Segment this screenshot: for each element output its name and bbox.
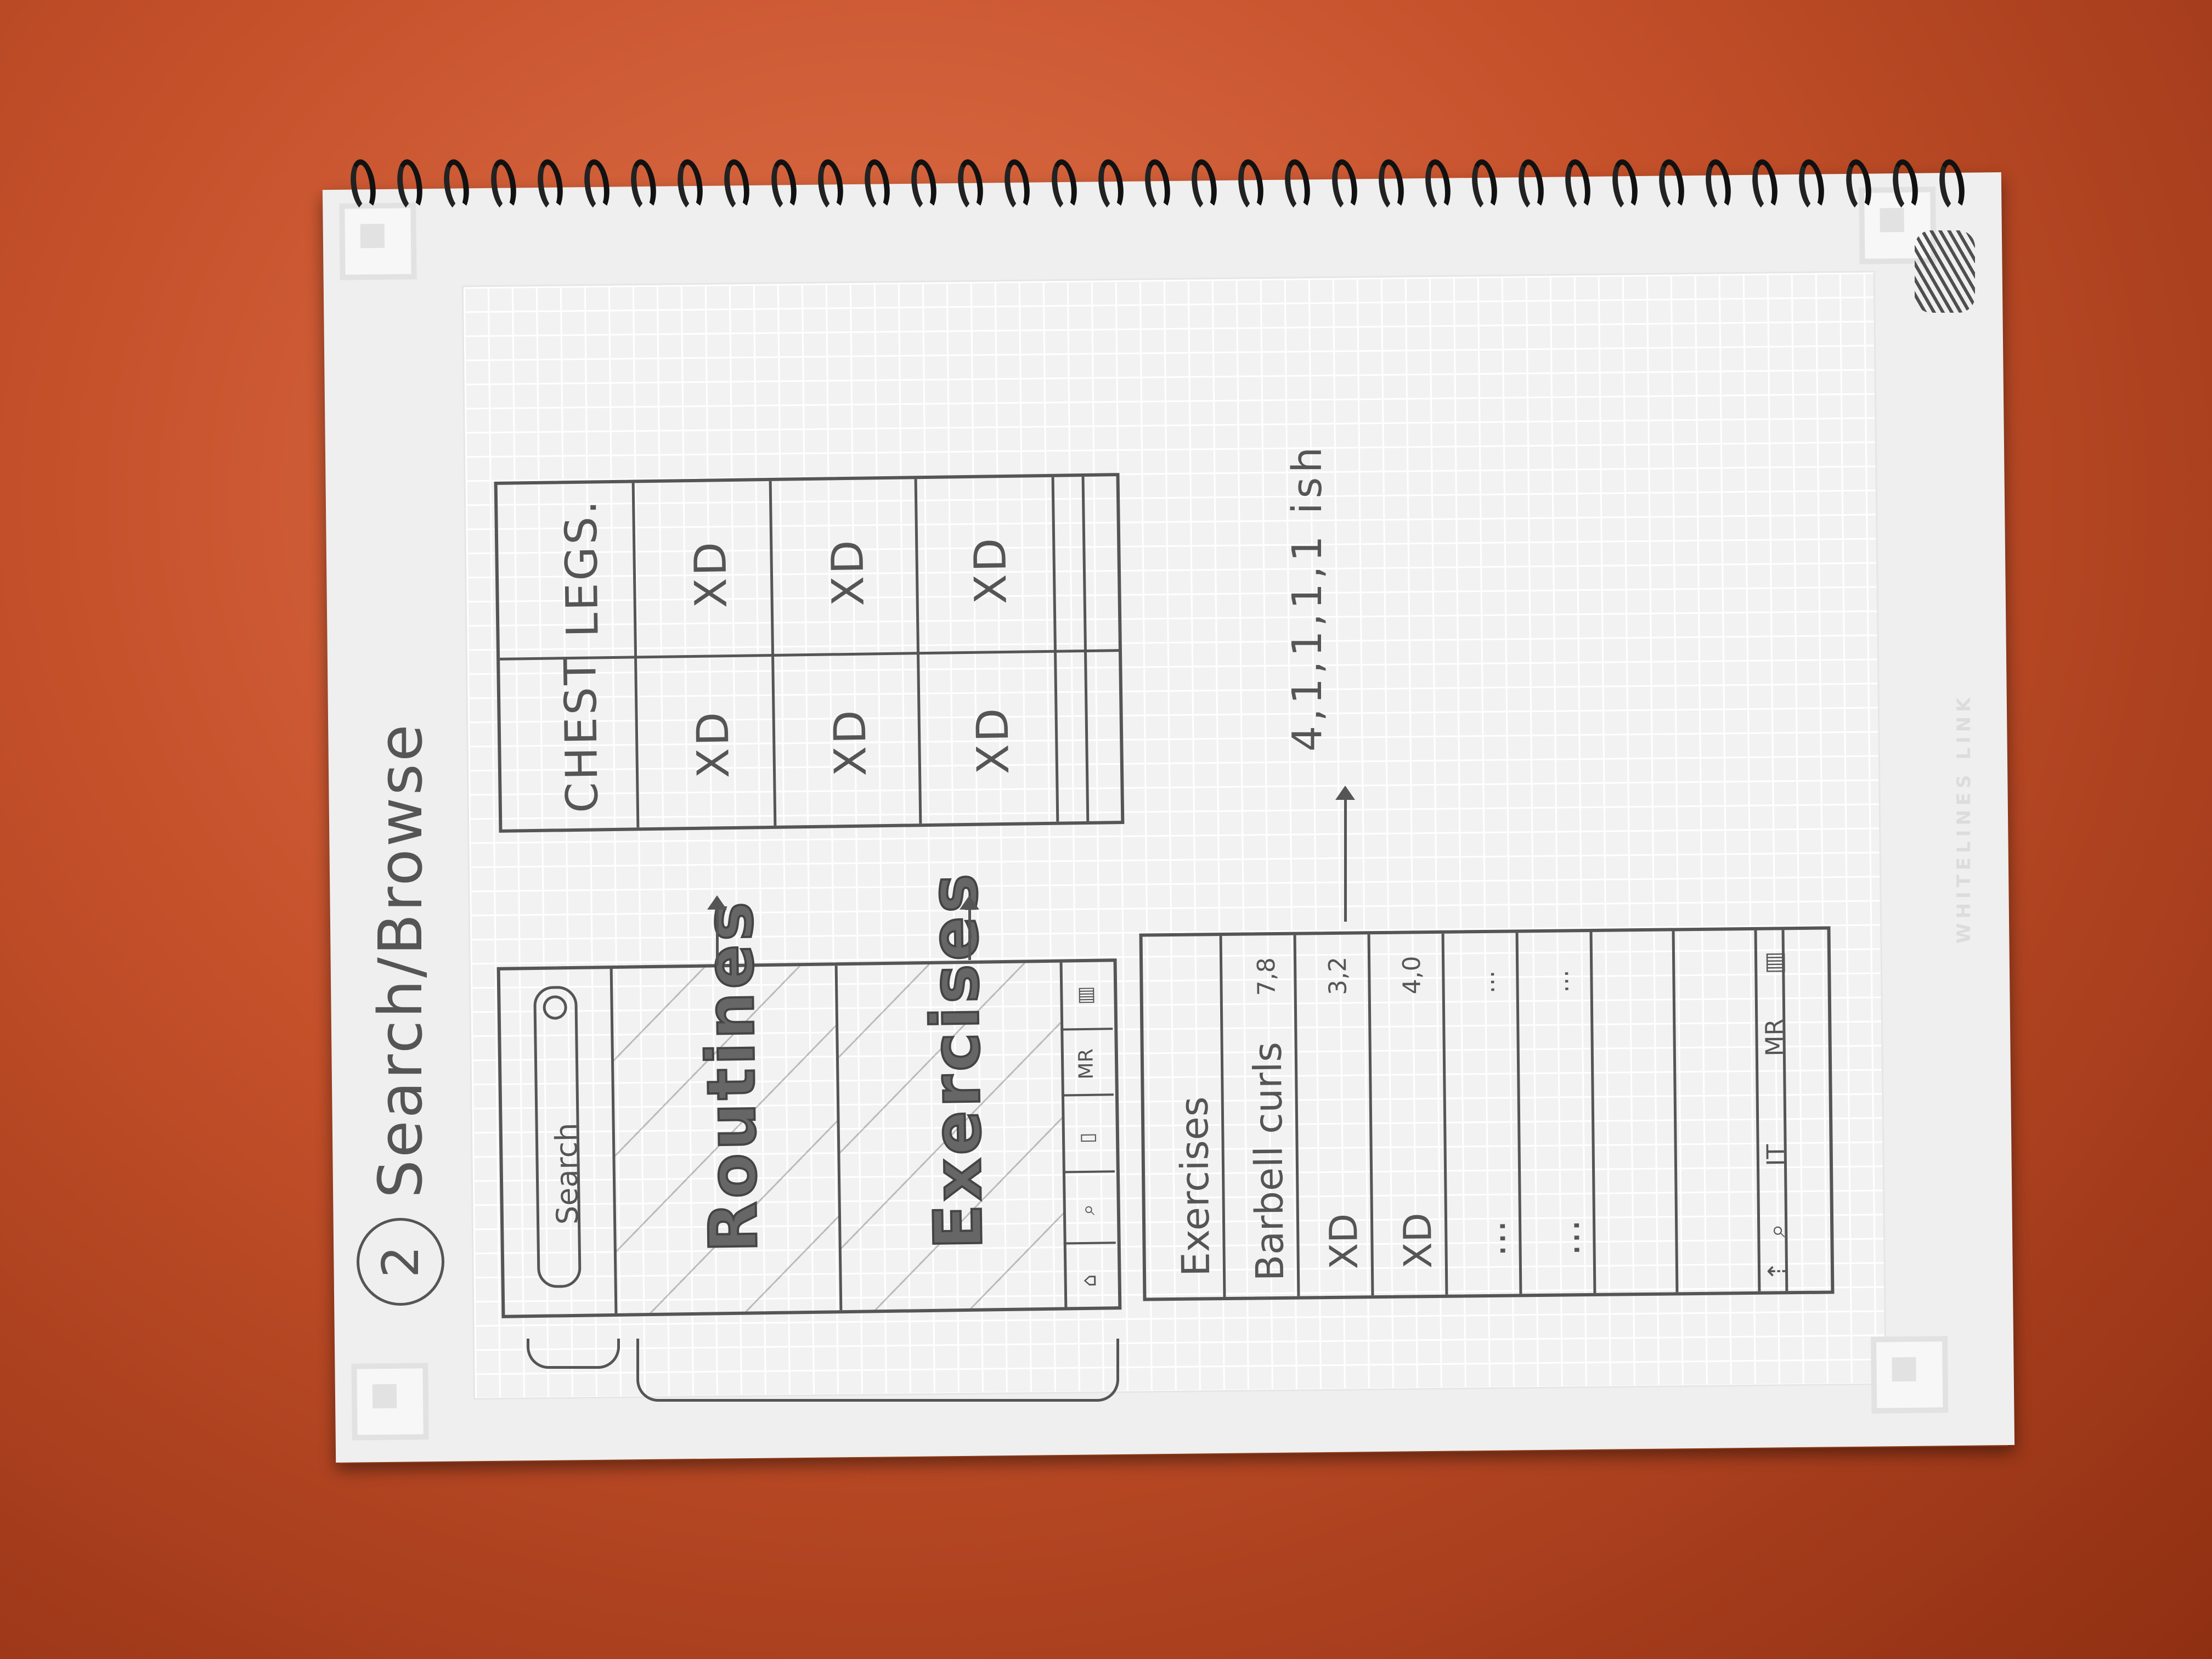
list-item-value: 4,0	[1397, 956, 1426, 995]
routines-panel[interactable]: Routines	[610, 897, 843, 1313]
list-item-value: ...	[1546, 969, 1575, 993]
list-header: Exercises	[1171, 1096, 1219, 1277]
list-item-value: 3,2	[1323, 956, 1352, 996]
search-column: Search	[500, 968, 618, 1315]
routines-label: Routines	[690, 897, 774, 1254]
page-title: Search/Browse	[365, 722, 436, 1199]
category-cell: XD	[824, 707, 877, 777]
sketch-title: 2 Search/Browse	[357, 723, 444, 1306]
category-chest: CHEST	[555, 655, 608, 814]
list-item[interactable]: XD	[1395, 1212, 1441, 1269]
list-item[interactable]: XD	[1321, 1213, 1367, 1269]
bracket	[636, 1339, 1119, 1402]
home-icon[interactable]: ⌂	[1078, 1261, 1101, 1301]
bracket	[527, 1339, 620, 1369]
browse-screen-sketch: Search Routines Exercises ⌂ ⌕ ▯ MR ▥	[496, 869, 1122, 1318]
exercise-list-sketch: Exercises Barbell curls 7,8 XD 3,2 XD 4,…	[1139, 926, 1835, 1301]
category-screen-sketch: CHEST LEGS. XD XD XD XD XD XD	[494, 473, 1125, 833]
nav-mr[interactable]: MR	[1075, 1044, 1098, 1084]
exercises-panel[interactable]: Exercises	[834, 869, 1068, 1311]
category-cell: XD	[967, 706, 1019, 775]
search-icon	[543, 995, 567, 1020]
list-item-value: ...	[1472, 970, 1500, 994]
category-legs: LEGS.	[555, 498, 608, 638]
category-cell: XD	[964, 535, 1017, 605]
search-icon[interactable]: ⌕	[1763, 1224, 1791, 1238]
category-cell: XD	[685, 539, 737, 609]
list-item[interactable]: Barbell curls	[1245, 1042, 1293, 1282]
watermark: WHITELINES LINK	[1953, 693, 1975, 944]
nav-mr[interactable]: MR	[1760, 1019, 1789, 1057]
stats-icon[interactable]: ▥	[1074, 975, 1097, 1015]
category-cell: XD	[687, 709, 740, 779]
exercises-label: Exercises	[915, 869, 998, 1251]
step-number: 2	[357, 1218, 444, 1306]
nav-it[interactable]: IT	[1762, 1144, 1790, 1166]
search-input[interactable]: Search	[533, 985, 585, 1288]
spiral-binding	[347, 157, 1968, 219]
search-placeholder: Search	[549, 1122, 585, 1225]
annotation-note: 4,1,1,1,1 ish	[1284, 442, 1331, 752]
search-icon[interactable]: ⌕	[1076, 1190, 1100, 1230]
category-cell: XD	[822, 537, 874, 607]
arrow-right-icon	[1335, 786, 1355, 922]
arrow-up-icon	[960, 895, 979, 960]
bottom-nav: ⌂ ⌕ ▯ MR ▥	[1060, 962, 1117, 1307]
corner-marker-icon	[351, 1363, 429, 1441]
arrow-up-icon	[707, 895, 727, 966]
calendar-icon[interactable]: ▯	[1076, 1118, 1099, 1158]
list-item[interactable]: ...	[1543, 1219, 1589, 1256]
list-item[interactable]: ...	[1469, 1220, 1515, 1257]
corner-marker-icon	[1870, 1336, 1949, 1414]
list-item-value: 7,8	[1252, 957, 1281, 996]
stats-icon[interactable]: ▥	[1760, 951, 1788, 974]
pencil-scribble	[1915, 230, 1975, 313]
home-icon[interactable]: ⇡	[1763, 1261, 1791, 1281]
